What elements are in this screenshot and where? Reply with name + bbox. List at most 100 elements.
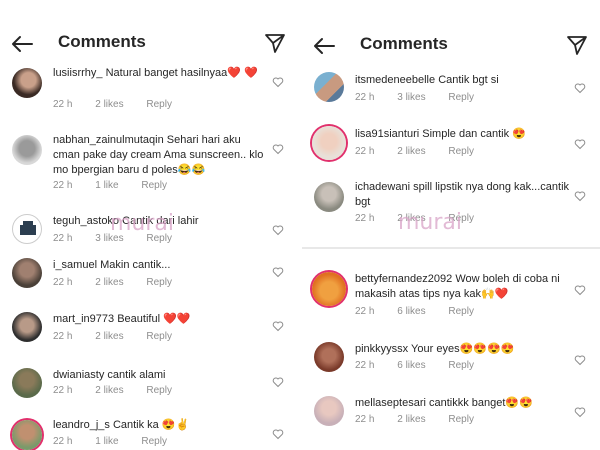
- comment-meta: 22 h 2 likes Reply: [53, 99, 192, 110]
- avatar[interactable]: [314, 72, 344, 102]
- comment-meta: 22 h 6 likes Reply: [355, 306, 494, 317]
- comment-username[interactable]: leandro_j_s: [53, 419, 110, 431]
- heart-outline-icon[interactable]: [574, 354, 586, 366]
- reply-button[interactable]: Reply: [448, 306, 474, 317]
- avatar[interactable]: [314, 396, 344, 426]
- comment-text: cantik alami: [107, 369, 166, 381]
- reply-button[interactable]: Reply: [146, 385, 172, 396]
- comment-likes[interactable]: 1 like: [95, 436, 118, 447]
- comment-username[interactable]: i_samuel: [53, 259, 97, 271]
- comment-time: 22 h: [355, 360, 375, 371]
- avatar[interactable]: [12, 68, 42, 98]
- reply-button[interactable]: Reply: [141, 180, 167, 191]
- heart-outline-icon[interactable]: [574, 82, 586, 94]
- heart-outline-icon[interactable]: [574, 406, 586, 418]
- avatar[interactable]: [12, 214, 42, 244]
- heart-outline-icon[interactable]: [272, 266, 284, 278]
- reply-button[interactable]: Reply: [146, 99, 172, 110]
- reply-button[interactable]: Reply: [448, 414, 474, 425]
- comment-text: Beautiful ❤️❤️: [117, 313, 191, 325]
- comment-item: lusiisrrhy_ Natural banget hasilnyaa❤️ ❤…: [0, 64, 298, 116]
- heart-outline-icon[interactable]: [574, 190, 586, 202]
- heart-outline-icon[interactable]: [272, 320, 284, 332]
- page-title: Comments: [360, 34, 448, 53]
- reply-button[interactable]: Reply: [448, 360, 474, 371]
- comments-panel-right: Comments itsmedeneebelle Cantik bgt si 2…: [302, 0, 600, 450]
- comment-likes[interactable]: 2 likes: [397, 146, 425, 157]
- comment-likes[interactable]: 1 like: [95, 180, 118, 191]
- arrow-left-icon[interactable]: [10, 34, 34, 54]
- reply-button[interactable]: Reply: [146, 277, 172, 288]
- comment-item: i_samuel Makin cantik... 22 h 2 likes Re…: [0, 256, 298, 296]
- comment-text: Cantik bgt si: [438, 74, 499, 86]
- comment-time: 22 h: [355, 92, 375, 103]
- comment-likes[interactable]: 2 likes: [397, 414, 425, 425]
- comment-username[interactable]: itsmedeneebelle: [355, 74, 435, 86]
- comment-likes[interactable]: 2 likes: [95, 99, 123, 110]
- comment-username[interactable]: pinkkyyssx: [355, 343, 408, 355]
- comments-header: Comments: [0, 30, 298, 58]
- comment-item: dwianiasty cantik alami 22 h 2 likes Rep…: [0, 366, 298, 406]
- avatar[interactable]: [312, 126, 346, 160]
- comment-text: Natural banget hasilnyaa❤️ ❤️: [105, 67, 258, 79]
- comment-time: 22 h: [53, 233, 73, 244]
- heart-outline-icon[interactable]: [272, 76, 284, 88]
- comment-username[interactable]: mellaseptesari: [355, 397, 426, 409]
- heart-outline-icon[interactable]: [574, 284, 586, 296]
- avatar[interactable]: [12, 135, 42, 165]
- comment-meta: 22 h 1 like Reply: [53, 180, 187, 191]
- comment-time: 22 h: [53, 180, 73, 191]
- comment-username[interactable]: lusiisrrhy_: [53, 67, 103, 79]
- arrow-left-icon[interactable]: [312, 36, 336, 56]
- comment-item: itsmedeneebelle Cantik bgt si 22 h 3 lik…: [302, 70, 600, 110]
- comment-username[interactable]: bettyfernandez2092: [355, 273, 452, 285]
- reply-button[interactable]: Reply: [448, 92, 474, 103]
- avatar[interactable]: [314, 342, 344, 372]
- comment-likes[interactable]: 2 likes: [95, 385, 123, 396]
- heart-outline-icon[interactable]: [574, 138, 586, 150]
- reply-button[interactable]: Reply: [146, 331, 172, 342]
- comment-text: Makin cantik...: [100, 259, 171, 271]
- comment-username[interactable]: mart_in9773: [53, 313, 114, 325]
- comment-meta: 22 h 2 likes Reply: [355, 146, 494, 157]
- comment-username[interactable]: dwianiasty: [53, 369, 104, 381]
- heart-outline-icon[interactable]: [272, 224, 284, 236]
- comment-time: 22 h: [53, 99, 73, 110]
- comment-likes[interactable]: 2 likes: [95, 277, 123, 288]
- comment-item: nabhan_zainulmutaqin Sehari hari aku cma…: [0, 131, 298, 191]
- avatar[interactable]: [312, 272, 346, 306]
- comment-text: cantikkk banget😍😍: [428, 397, 533, 409]
- avatar[interactable]: [12, 420, 42, 450]
- comment-meta: 22 h 2 likes Reply: [53, 277, 192, 288]
- comment-meta: 22 h 6 likes Reply: [355, 360, 494, 371]
- reply-button[interactable]: Reply: [141, 436, 167, 447]
- comment-item: bettyfernandez2092 Wow boleh di coba ni …: [302, 270, 600, 324]
- comment-username[interactable]: lisa91sianturi: [355, 128, 419, 140]
- heart-outline-icon[interactable]: [272, 376, 284, 388]
- comment-time: 22 h: [53, 385, 73, 396]
- comment-meta: 22 h 2 likes Reply: [53, 331, 192, 342]
- comment-likes[interactable]: 6 likes: [397, 360, 425, 371]
- comments-header: Comments: [302, 32, 600, 60]
- avatar[interactable]: [12, 258, 42, 288]
- comment-username[interactable]: ichadewani: [355, 181, 410, 193]
- comment-likes[interactable]: 2 likes: [95, 331, 123, 342]
- avatar[interactable]: [314, 182, 344, 212]
- comment-item: mellaseptesari cantikkk banget😍😍 22 h 2 …: [302, 394, 600, 434]
- reply-button[interactable]: Reply: [448, 146, 474, 157]
- heart-outline-icon[interactable]: [272, 428, 284, 440]
- comment-time: 22 h: [53, 331, 73, 342]
- avatar[interactable]: [12, 312, 42, 342]
- comment-text: Simple dan cantik 😍: [422, 128, 526, 140]
- heart-outline-icon[interactable]: [272, 143, 284, 155]
- comment-username[interactable]: nabhan_zainulmutaqin: [53, 134, 164, 146]
- comment-likes[interactable]: 3 likes: [397, 92, 425, 103]
- avatar[interactable]: [12, 368, 42, 398]
- comment-text: Cantik ka 😍✌️: [112, 419, 190, 431]
- paper-plane-icon[interactable]: [264, 32, 286, 54]
- comment-likes[interactable]: 6 likes: [397, 306, 425, 317]
- paper-plane-icon[interactable]: [566, 34, 588, 56]
- comment-time: 22 h: [355, 414, 375, 425]
- comment-item: leandro_j_s Cantik ka 😍✌️ 22 h 1 like Re…: [0, 416, 298, 450]
- comment-time: 22 h: [355, 146, 375, 157]
